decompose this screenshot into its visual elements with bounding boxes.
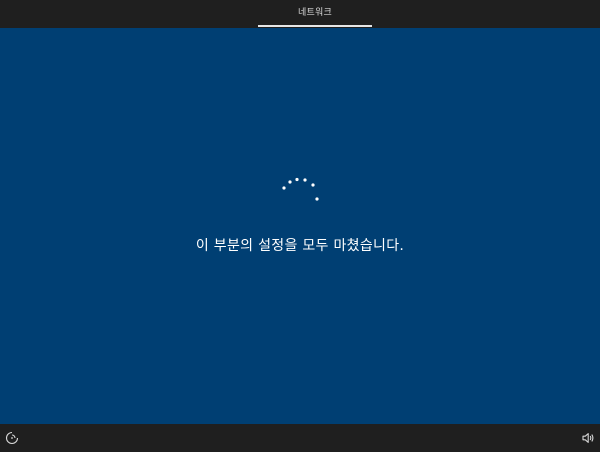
completion-message: 이 부분의 설정을 모두 마쳤습니다.: [195, 238, 405, 254]
ease-of-access-icon[interactable]: [4, 430, 20, 446]
loading-spinner-icon: [282, 177, 319, 201]
volume-icon[interactable]: [580, 430, 596, 446]
setup-window: 네트워크 이 부분의 설정을 모두 마쳤습니다.: [0, 0, 600, 452]
active-tab-indicator: [258, 25, 372, 27]
main-content: 이 부분의 설정을 모두 마쳤습니다.: [0, 28, 600, 424]
tab-network: 네트워크: [298, 8, 332, 18]
top-navigation-bar: 네트워크: [0, 0, 600, 28]
bottom-bar: [0, 424, 600, 452]
